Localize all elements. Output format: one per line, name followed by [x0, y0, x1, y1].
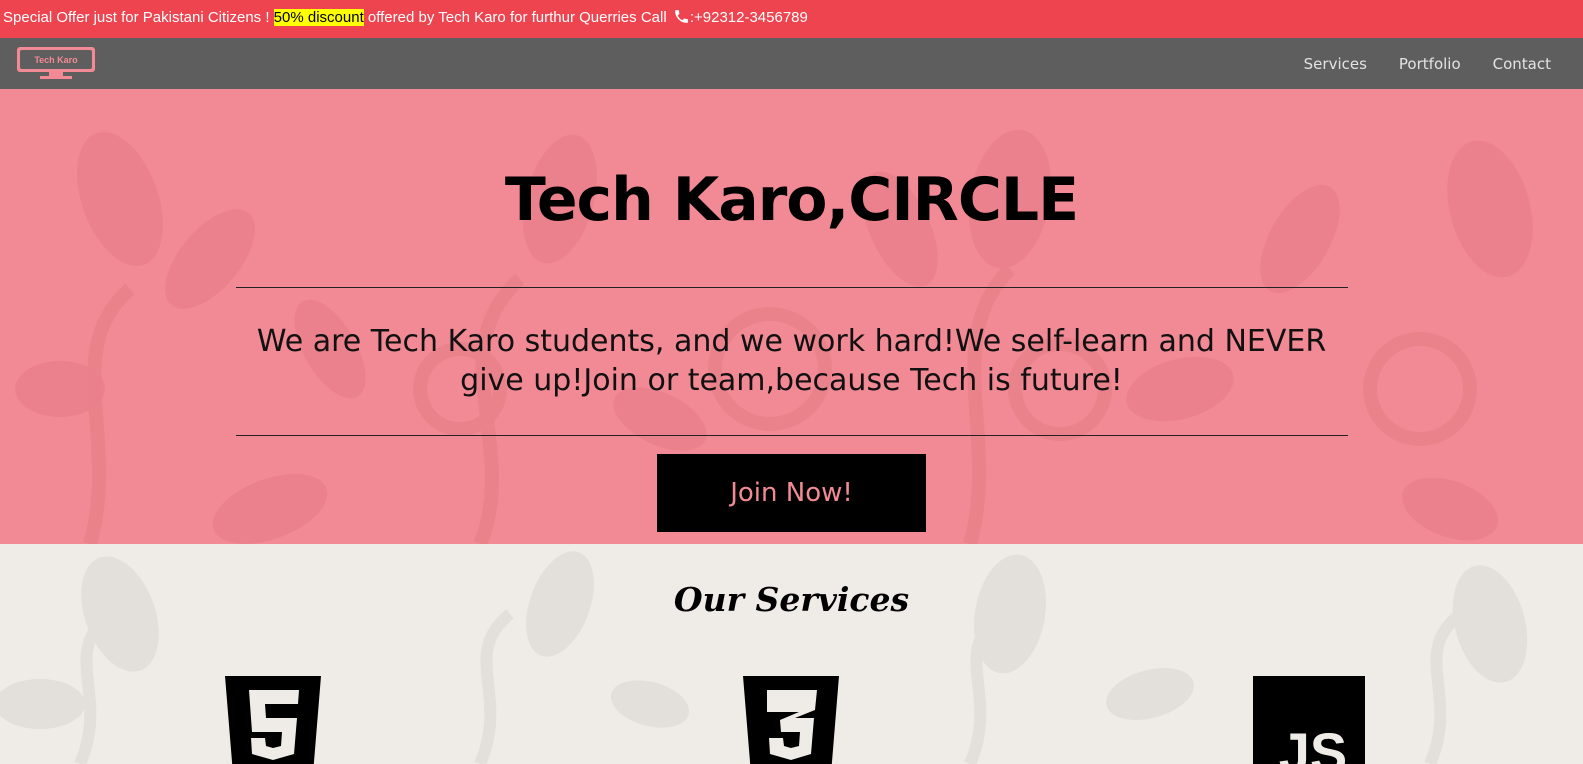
javascript-icon: JS	[1253, 676, 1365, 764]
logo[interactable]: Tech Karo	[16, 46, 96, 80]
discount-highlight: 50% discount	[273, 9, 364, 26]
divider	[235, 435, 1348, 436]
services-title: Our Services	[673, 580, 910, 619]
nav-links: Services Portfolio Contact	[1272, 38, 1551, 89]
offer-bar: Special Offer just for Pakistani Citizen…	[0, 0, 1583, 38]
css3-icon	[743, 676, 839, 764]
divider	[235, 287, 1348, 288]
nav-link-services[interactable]: Services	[1304, 55, 1367, 73]
join-now-button[interactable]: Join Now!	[657, 454, 926, 532]
hero-text: We are Tech Karo students, and we work h…	[256, 324, 1327, 398]
navbar: Tech Karo Services Portfolio Contact	[0, 38, 1583, 89]
html5-icon	[225, 676, 321, 764]
phone-icon	[673, 3, 690, 38]
offer-text-after: offered by Tech Karo for furthur Querrie…	[363, 9, 671, 26]
js-label: JS	[1279, 721, 1348, 764]
offer-text: Special Offer just for Pakistani Citizen…	[3, 9, 274, 26]
phone-number: :+92312-3456789	[689, 9, 808, 26]
nav-link-portfolio[interactable]: Portfolio	[1399, 55, 1461, 73]
nav-link-contact[interactable]: Contact	[1493, 55, 1551, 73]
hero-title: Tech Karo,CIRCLE	[504, 165, 1079, 235]
logo-text: Tech Karo	[34, 55, 78, 65]
services-section: Our Services JS	[0, 544, 1583, 764]
hero-section: Tech Karo,CIRCLE We are Tech Karo studen…	[0, 89, 1583, 544]
